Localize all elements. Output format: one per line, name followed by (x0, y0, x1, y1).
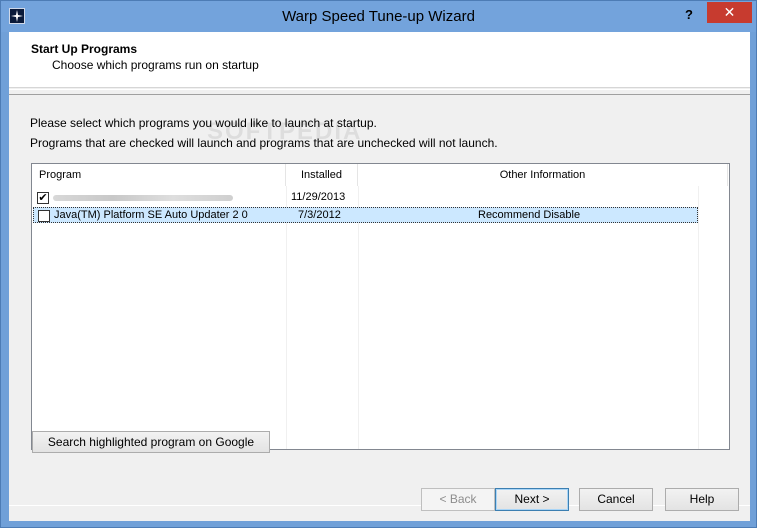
row-checkbox[interactable]: ✔ (37, 192, 49, 204)
header-divider (9, 89, 750, 90)
next-button[interactable]: Next > (495, 488, 569, 511)
list-item[interactable]: ✔ 11/29/2013 (33, 190, 698, 206)
title-bar[interactable]: Warp Speed Tune-up Wizard ? ✕ (1, 1, 756, 32)
window-title: Warp Speed Tune-up Wizard (282, 8, 475, 25)
installed-date: 7/3/2012 (298, 209, 341, 221)
wizard-header: Start Up Programs Choose which programs … (9, 32, 750, 88)
page-title: Start Up Programs (31, 42, 138, 56)
cancel-button[interactable]: Cancel (579, 488, 653, 511)
search-on-google-button[interactable]: Search highlighted program on Google (32, 431, 270, 453)
page-subtitle: Choose which programs run on startup (52, 58, 259, 72)
instruction-line-2: Programs that are checked will launch an… (30, 136, 498, 150)
row-checkbox[interactable] (38, 210, 50, 222)
help-question-icon[interactable]: ? (677, 6, 701, 26)
wizard-client-area: Start Up Programs Choose which programs … (9, 32, 750, 521)
column-header-installed[interactable]: Installed (286, 164, 358, 186)
column-divider (358, 186, 359, 449)
startup-programs-list[interactable]: Program Installed Other Information ✔ 11… (31, 163, 730, 450)
help-button[interactable]: Help (665, 488, 739, 511)
back-button[interactable]: < Back (421, 488, 495, 511)
list-item-selected[interactable]: Java(TM) Platform SE Auto Updater 2 0 7/… (33, 207, 698, 223)
column-divider (286, 186, 287, 449)
close-button[interactable]: ✕ (707, 2, 752, 23)
program-name: Java(TM) Platform SE Auto Updater 2 0 (54, 209, 248, 221)
column-header-program[interactable]: Program (32, 164, 286, 186)
installed-date: 11/29/2013 (291, 191, 346, 203)
blurred-program-name (53, 195, 233, 201)
column-header-other-information[interactable]: Other Information (358, 164, 728, 186)
instruction-line-1: Please select which programs you would l… (30, 116, 377, 130)
other-information: Recommend Disable (478, 209, 581, 221)
column-divider (698, 186, 699, 449)
wizard-window: Warp Speed Tune-up Wizard ? ✕ Start Up P… (0, 0, 757, 528)
